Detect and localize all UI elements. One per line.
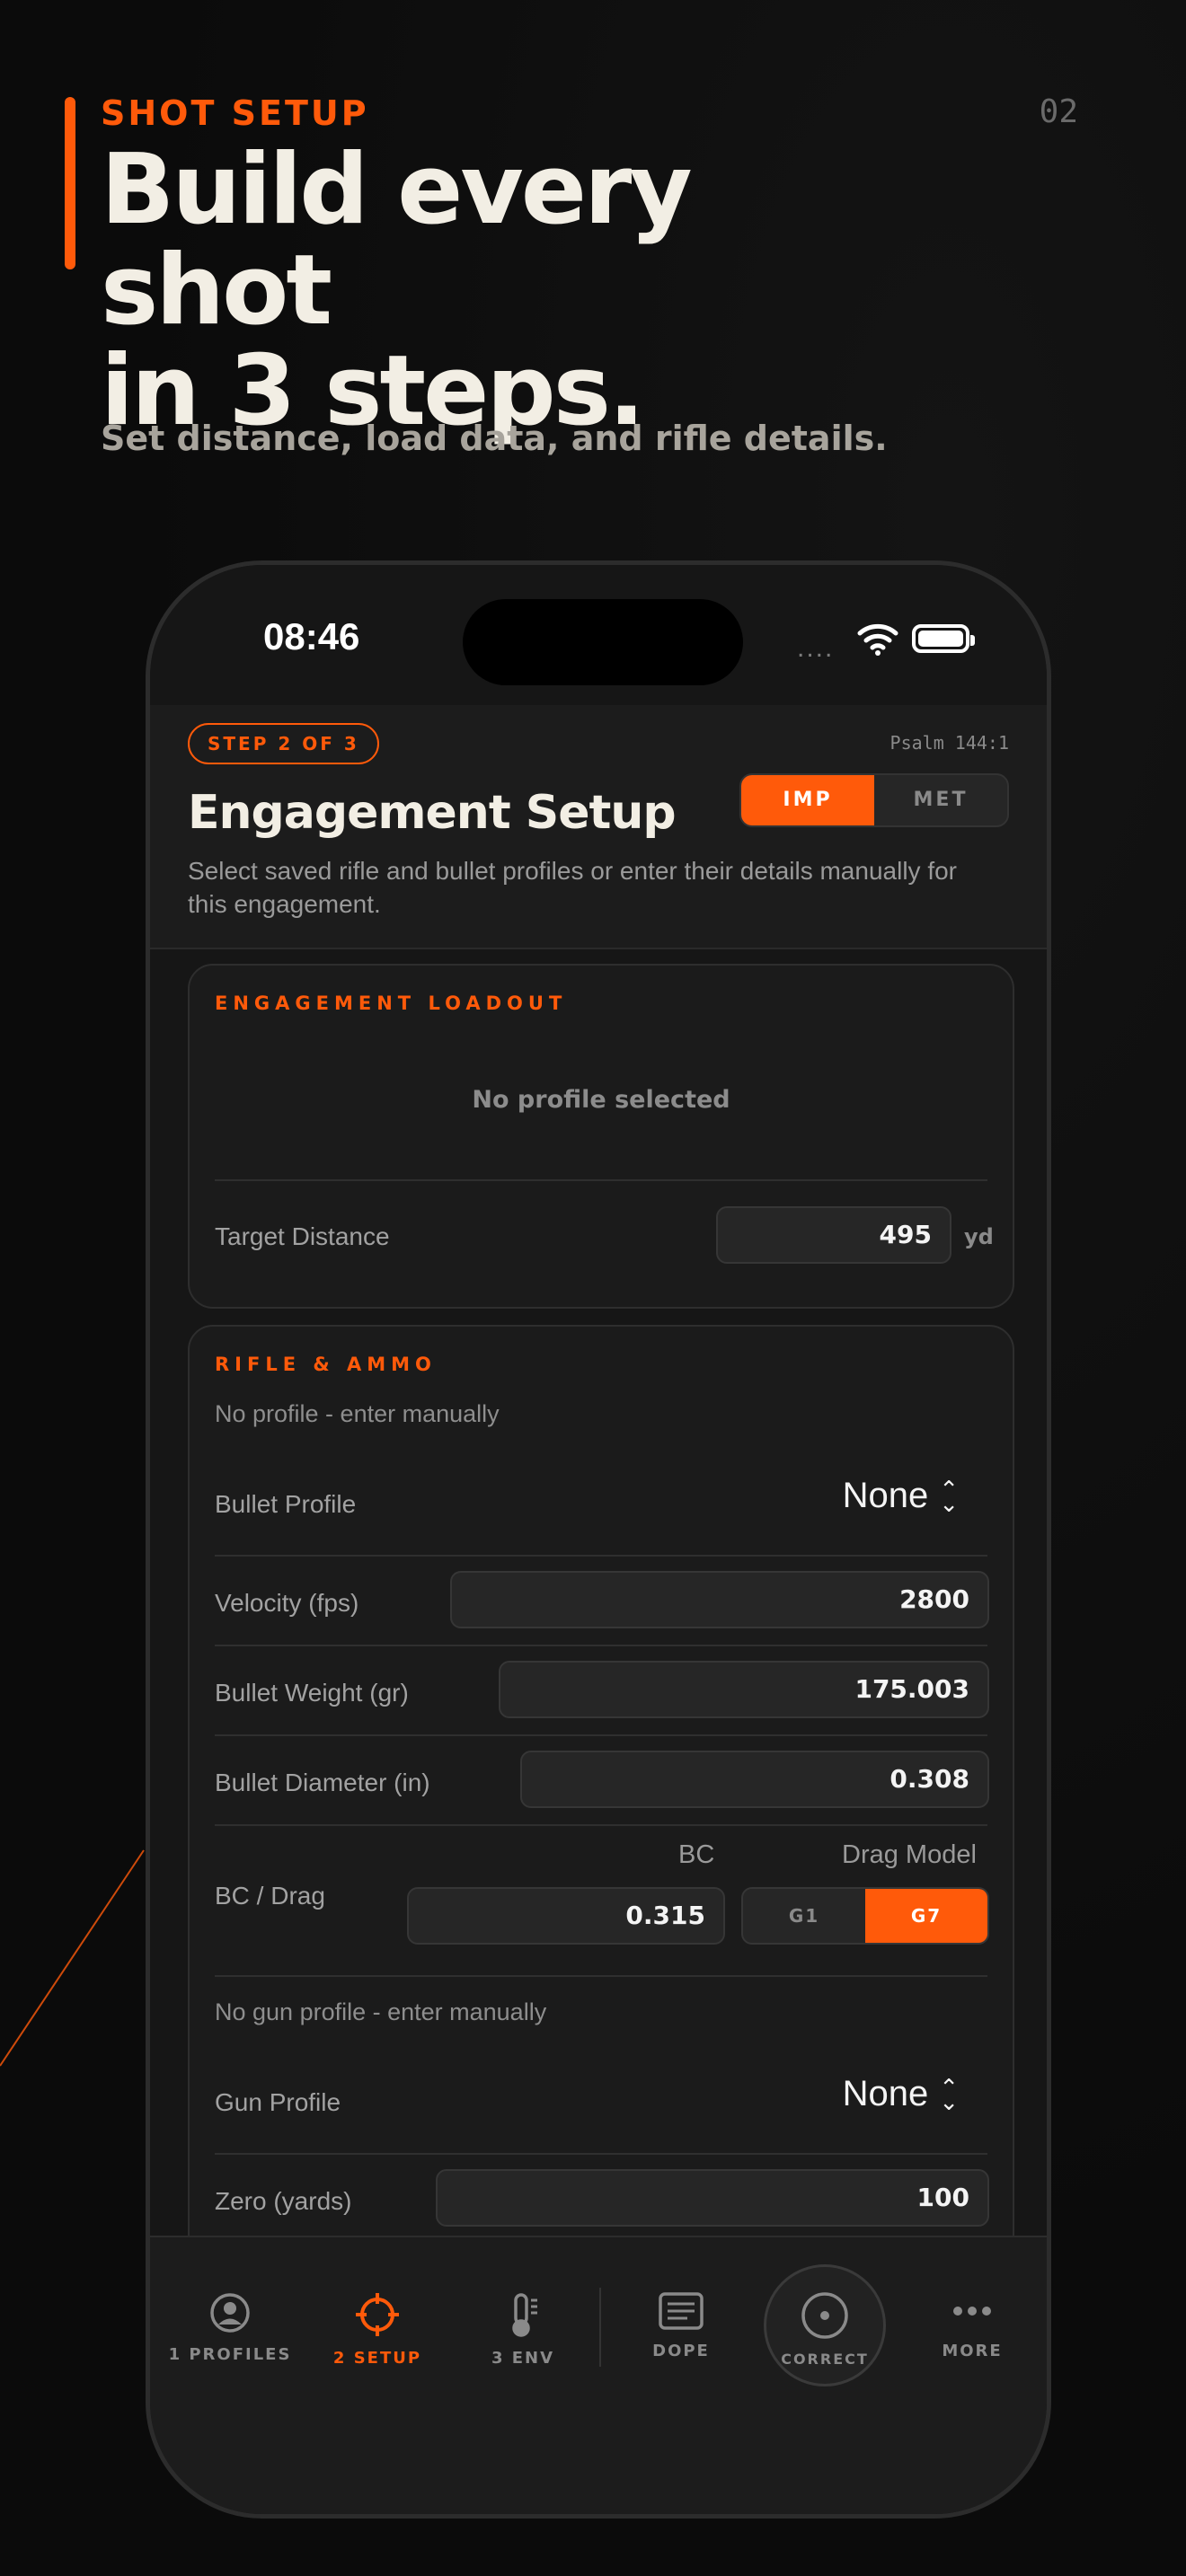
accent-bar [65,97,75,269]
tab-env[interactable]: 3 ENV [456,2291,590,2368]
battery-nub [970,635,975,646]
dynamic-island [463,599,743,685]
drag-model-heading: Drag Model [842,1840,977,1869]
bc-heading: BC [678,1840,715,1869]
velocity-input[interactable]: 2800 [450,1571,989,1628]
page-number: 02 [1039,93,1078,130]
status-bar: 08:46 .... [150,565,1047,705]
crosshair-icon [356,2293,399,2336]
tab-dope[interactable]: DOPE [614,2291,748,2360]
tab-profiles[interactable]: 1 PROFILES [163,2291,297,2364]
correct-label: CORRECT [781,2351,869,2368]
tab-more[interactable]: MORE [905,2291,1040,2360]
tab-env-label: 3 ENV [491,2349,555,2368]
screen-header: STEP 2 OF 3 Psalm 144:1 Engagement Setup… [150,705,1047,949]
verse-label: Psalm 144:1 [890,732,1009,754]
bullet-weight-label: Bullet Weight (gr) [215,1679,409,1707]
zero-input[interactable]: 100 [436,2169,989,2227]
divider [215,1734,987,1736]
bullet-diameter-input[interactable]: 0.308 [520,1751,989,1808]
headline-line-1: Build every shot [101,134,693,347]
bottom-tab-bar: 1 PROFILES 2 SETUP 3 ENV DOPE CORRECT MO… [150,2236,1047,2514]
rifle-profile-note: No profile - enter manually [215,1400,500,1427]
dope-card-icon [659,2292,704,2330]
drag-g7-option[interactable]: G7 [865,1889,987,1943]
gun-profile-label: Gun Profile [215,2088,341,2116]
bullet-profile-value: None [842,1476,929,1515]
tab-setup-label: 2 SETUP [332,2349,422,2368]
bullet-diameter-label: Bullet Diameter (in) [215,1769,430,1796]
tab-dope-label: DOPE [652,2342,710,2360]
wifi-icon [857,623,898,656]
chevron-updown-icon: ⌃ ⌄ [939,2073,959,2115]
loadout-title: ENGAGEMENT LOADOUT [215,992,568,1014]
promo-headline: Build every shot in 3 steps. [101,140,909,442]
bc-input[interactable]: 0.315 [407,1887,725,1945]
loadout-empty-note: No profile selected [472,1086,730,1114]
zero-label: Zero (yards) [215,2187,352,2215]
divider [215,1555,987,1557]
rifle-ammo-title: RIFLE & AMMO [215,1354,437,1375]
profile-icon [210,2293,250,2333]
more-icon [953,2307,991,2316]
unit-toggle[interactable]: IMP MET [739,773,1009,827]
divider [215,1645,987,1646]
drag-g1-option[interactable]: G1 [743,1889,865,1943]
divider [215,2153,987,2155]
tab-profiles-label: 1 PROFILES [168,2345,292,2364]
correct-button[interactable]: CORRECT [764,2264,886,2386]
divider [215,1179,987,1181]
promo-eyebrow: SHOT SETUP [101,93,369,133]
gun-profile-value: None [842,2074,929,2113]
gun-profile-picker[interactable]: None ⌃ ⌄ [843,2074,959,2114]
tab-more-label: MORE [942,2342,1003,2360]
divider [215,1824,987,1826]
chevron-updown-icon: ⌃ ⌄ [939,1475,959,1517]
divider [215,1975,987,1977]
bullet-profile-label: Bullet Profile [215,1490,357,1518]
battery-icon [912,624,975,653]
bullet-weight-input[interactable]: 175.003 [499,1661,989,1718]
engagement-loadout-card: ENGAGEMENT LOADOUT No profile selected T… [188,964,1014,1309]
target-distance-label: Target Distance [215,1222,390,1250]
target-distance-input[interactable]: 495 [716,1206,951,1264]
promo-subhead: Set distance, load data, and rifle detai… [101,419,888,458]
bullet-profile-picker[interactable]: None ⌃ ⌄ [843,1476,959,1516]
target-icon [801,2292,848,2339]
velocity-label: Velocity (fps) [215,1589,359,1617]
unit-metric-option[interactable]: MET [874,775,1007,825]
unit-imperial-option[interactable]: IMP [741,775,874,825]
battery-fill [918,631,963,647]
page-description: Select saved rifle and bullet profiles o… [188,857,957,918]
step-indicator: STEP 2 OF 3 [188,723,379,764]
status-time: 08:46 [263,615,360,657]
bc-drag-label: BC / Drag [215,1882,325,1910]
tab-separator [599,2288,601,2367]
gun-profile-note: No gun profile - enter manually [215,1998,547,2025]
signal-icon: .... [797,633,835,663]
thermometer-icon [512,2293,537,2337]
tab-setup[interactable]: 2 SETUP [310,2291,445,2368]
distance-unit: yd [964,1224,994,1249]
page-title: Engagement Setup [188,786,677,840]
drag-model-toggle[interactable]: G1 G7 [741,1887,989,1945]
phone-frame: 08:46 .... STEP 2 OF 3 Psalm 144:1 Engag… [146,560,1051,2519]
